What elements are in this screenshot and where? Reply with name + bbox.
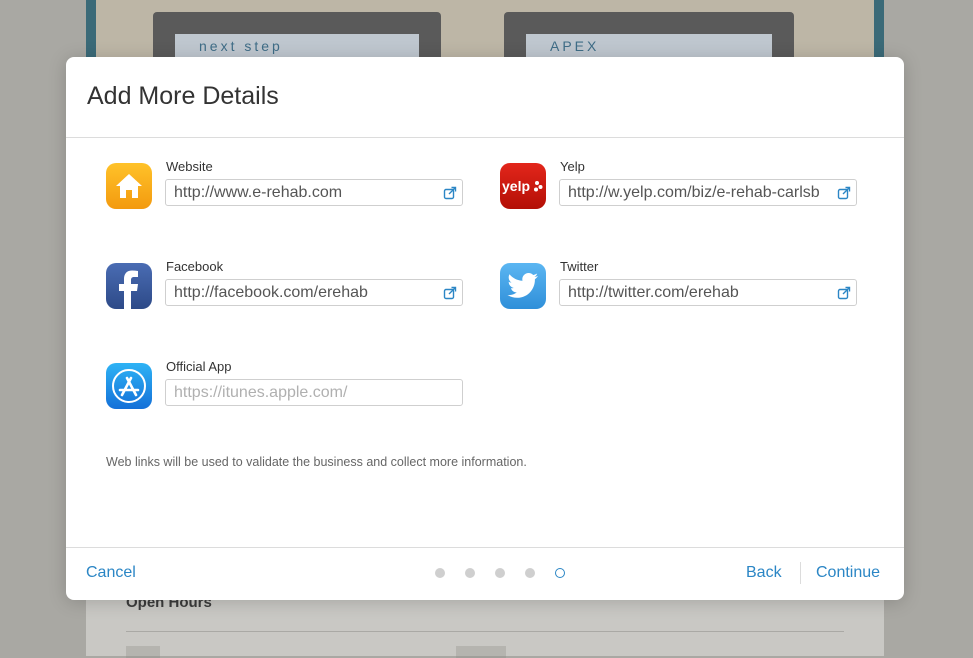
home-icon [106, 163, 152, 209]
yelp-icon: yelp [500, 163, 546, 209]
add-details-modal: Add More Details Website http://www.e-re… [66, 57, 904, 600]
yelp-label: Yelp [560, 159, 585, 174]
website-label: Website [166, 159, 213, 174]
open-link-icon[interactable] [837, 186, 851, 200]
background-brand-right: APEX [550, 38, 600, 54]
footer-divider [800, 562, 801, 584]
modal-footer: Cancel Back Continue [66, 547, 904, 600]
step-dot-3 [495, 568, 505, 578]
background-brand-left: next step [199, 38, 283, 54]
open-link-icon[interactable] [443, 286, 457, 300]
website-input[interactable]: http://www.e-rehab.com [165, 179, 463, 206]
background-frame-left: next step [153, 12, 441, 60]
background-frame-right: APEX [504, 12, 794, 60]
yelp-input[interactable]: http://w.yelp.com/biz/e-rehab-carlsb [559, 179, 857, 206]
twitter-input[interactable]: http://twitter.com/erehab [559, 279, 857, 306]
open-link-icon[interactable] [837, 286, 851, 300]
official-app-label: Official App [166, 359, 232, 374]
app-store-icon [106, 363, 152, 409]
step-dot-5-current [555, 568, 565, 578]
twitter-label: Twitter [560, 259, 599, 274]
continue-button[interactable]: Continue [816, 564, 880, 582]
step-dot-1 [435, 568, 445, 578]
facebook-label: Facebook [166, 259, 224, 274]
background-divider [126, 631, 844, 632]
twitter-icon [500, 263, 546, 309]
yelp-field-group: yelp Yelp http://w.yelp.com/biz/e-rehab-… [500, 159, 860, 211]
modal-header: Add More Details [66, 57, 904, 138]
official-app-input[interactable]: https://itunes.apple.com/ [165, 379, 463, 406]
official-app-field-group: Official App https://itunes.apple.com/ [106, 359, 466, 411]
background-photo-content: next step APEX [96, 0, 874, 60]
back-button[interactable]: Back [746, 564, 782, 582]
facebook-input[interactable]: http://facebook.com/erehab [165, 279, 463, 306]
modal-title: Add More Details [87, 82, 279, 110]
svg-text:yelp: yelp [502, 178, 530, 194]
cancel-button[interactable]: Cancel [86, 564, 136, 582]
website-field-group: Website http://www.e-rehab.com [106, 159, 466, 211]
twitter-field-group: Twitter http://twitter.com/erehab [500, 259, 860, 311]
facebook-icon [106, 263, 152, 309]
validation-note: Web links will be used to validate the b… [106, 455, 527, 469]
open-link-icon[interactable] [443, 186, 457, 200]
facebook-field-group: Facebook http://facebook.com/erehab [106, 259, 466, 311]
step-dot-2 [465, 568, 475, 578]
step-dot-4 [525, 568, 535, 578]
